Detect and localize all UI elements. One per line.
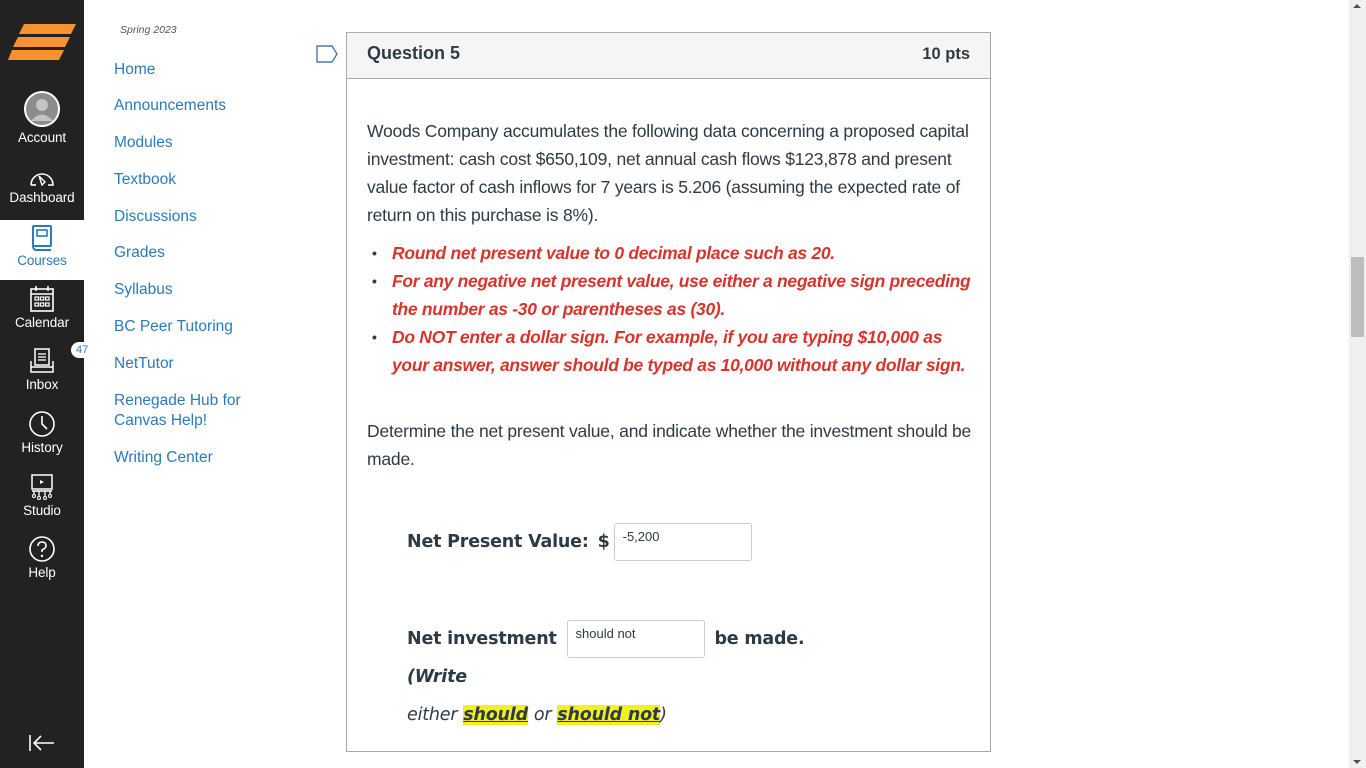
hint-or: or	[533, 705, 552, 725]
course-nav-renegade-hub[interactable]: Renegade Hub for Canvas Help!	[114, 391, 284, 431]
gnav-inbox[interactable]: 47 Inbox	[0, 342, 94, 392]
gnav-dashboard[interactable]: Dashboard	[0, 166, 84, 205]
gnav-calendar-label: Calendar	[15, 315, 69, 330]
investment-decision-input[interactable]	[566, 620, 705, 658]
course-nav-discussions[interactable]: Discussions	[114, 207, 284, 227]
inbox-unread-badge: 47	[71, 342, 94, 358]
inbox-icon	[30, 348, 54, 373]
course-nav-announcements[interactable]: Announcements	[114, 96, 284, 116]
gnav-calendar[interactable]: Calendar	[0, 285, 84, 330]
hint-option-should: should	[463, 705, 528, 725]
question-prompt: Woods Company accumulates the following …	[367, 121, 969, 225]
course-nav-writing-center[interactable]: Writing Center	[114, 448, 284, 468]
npv-input[interactable]	[613, 523, 752, 561]
global-nav: Account Dashboard Courses Calendar 47 In…	[0, 0, 94, 768]
book-icon	[32, 225, 52, 251]
avatar-icon	[24, 91, 60, 127]
course-nav-peer-tutoring[interactable]: BC Peer Tutoring	[114, 317, 284, 337]
gnav-help[interactable]: Help	[0, 535, 84, 580]
course-nav-home[interactable]: Home	[114, 60, 284, 80]
calendar-icon	[30, 286, 54, 312]
question-card: Question 5 10 pts Woods Company accumula…	[346, 32, 991, 752]
clock-icon	[29, 411, 55, 437]
gnav-courses[interactable]: Courses	[0, 220, 84, 280]
hint-option-should-not: should not	[557, 705, 661, 725]
scrollbar-thumb[interactable]	[1351, 257, 1364, 337]
gnav-studio[interactable]: Studio	[0, 473, 84, 518]
question-title: Question 5	[367, 43, 461, 63]
gnav-account[interactable]: Account	[0, 90, 84, 145]
investment-row: Net investment be made. (Write either sh…	[407, 620, 837, 734]
note-item: Do NOT enter a dollar sign. For example,…	[367, 323, 977, 379]
hint-open: (Write	[407, 667, 467, 687]
question-body: Woods Company accumulates the following …	[367, 117, 977, 473]
question-notes: Round net present value to 0 decimal pla…	[367, 239, 977, 379]
gnav-history[interactable]: History	[0, 410, 84, 455]
gnav-inbox-label: Inbox	[25, 377, 59, 392]
course-nav-syllabus[interactable]: Syllabus	[114, 280, 284, 300]
question-points: 10 pts	[922, 45, 970, 63]
gnav-studio-label: Studio	[23, 503, 61, 518]
flag-question-icon[interactable]	[316, 45, 338, 63]
page-scrollbar[interactable]	[1349, 0, 1366, 768]
gnav-account-label: Account	[17, 130, 67, 145]
gnav-history-label: History	[21, 440, 63, 455]
gnav-help-label: Help	[28, 565, 56, 580]
hint-close: )	[660, 705, 667, 725]
course-nav-nettutor[interactable]: NetTutor	[114, 354, 284, 374]
course-nav-grades[interactable]: Grades	[114, 243, 284, 263]
course-term: Spring 2023	[120, 24, 177, 36]
question-icon	[29, 536, 55, 562]
scroll-down-arrow-icon[interactable]	[1353, 760, 1361, 764]
gnav-dashboard-label: Dashboard	[9, 190, 75, 205]
note-item: For any negative net present value, use …	[367, 267, 977, 323]
investment-label: Net investment	[407, 629, 557, 649]
course-nav-modules[interactable]: Modules	[114, 133, 284, 153]
speedometer-icon	[30, 173, 54, 187]
studio-icon	[31, 474, 53, 500]
gnav-courses-label: Courses	[17, 253, 67, 268]
question-header: Question 5 10 pts	[347, 33, 990, 79]
collapse-nav-icon[interactable]	[28, 733, 56, 753]
canvas-logo-icon[interactable]	[8, 24, 76, 62]
npv-currency: $	[597, 532, 610, 552]
investment-suffix: be made.	[714, 629, 805, 649]
scroll-up-arrow-icon[interactable]	[1353, 4, 1361, 8]
npv-label: Net Present Value:	[407, 532, 589, 552]
hint-either: either	[407, 705, 458, 725]
npv-row: Net Present Value: $	[407, 523, 752, 561]
note-item: Round net present value to 0 decimal pla…	[367, 239, 977, 267]
question-instruction: Determine the net present value, and ind…	[367, 421, 972, 469]
course-nav-textbook[interactable]: Textbook	[114, 170, 284, 190]
